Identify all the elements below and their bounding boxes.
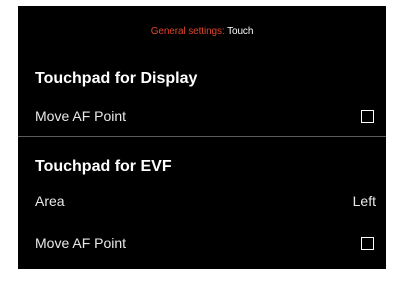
- section-title-touchpad-display: Touchpad for Display: [35, 70, 198, 87]
- evf-move-af-point-checkbox[interactable]: [361, 236, 374, 250]
- row-evf-move-af-point[interactable]: Move AF Point: [35, 231, 376, 255]
- touch-settings-screen: General settings: Touch Touchpad for Dis…: [18, 6, 386, 269]
- row-display-move-af-point[interactable]: Move AF Point: [35, 104, 376, 128]
- row-label: Area: [35, 193, 65, 209]
- page-header: General settings: Touch: [18, 26, 386, 38]
- row-label: Move AF Point: [35, 235, 127, 251]
- section-divider: [18, 136, 386, 137]
- row-evf-area[interactable]: Area Left: [35, 189, 376, 213]
- breadcrumb-current-page: Touch: [227, 26, 254, 37]
- section-title-touchpad-evf: Touchpad for EVF: [35, 158, 172, 175]
- row-label: Move AF Point: [35, 108, 127, 124]
- evf-area-value: Left: [352, 193, 376, 209]
- breadcrumb-category: General settings:: [150, 26, 225, 37]
- display-move-af-point-checkbox[interactable]: [361, 109, 374, 123]
